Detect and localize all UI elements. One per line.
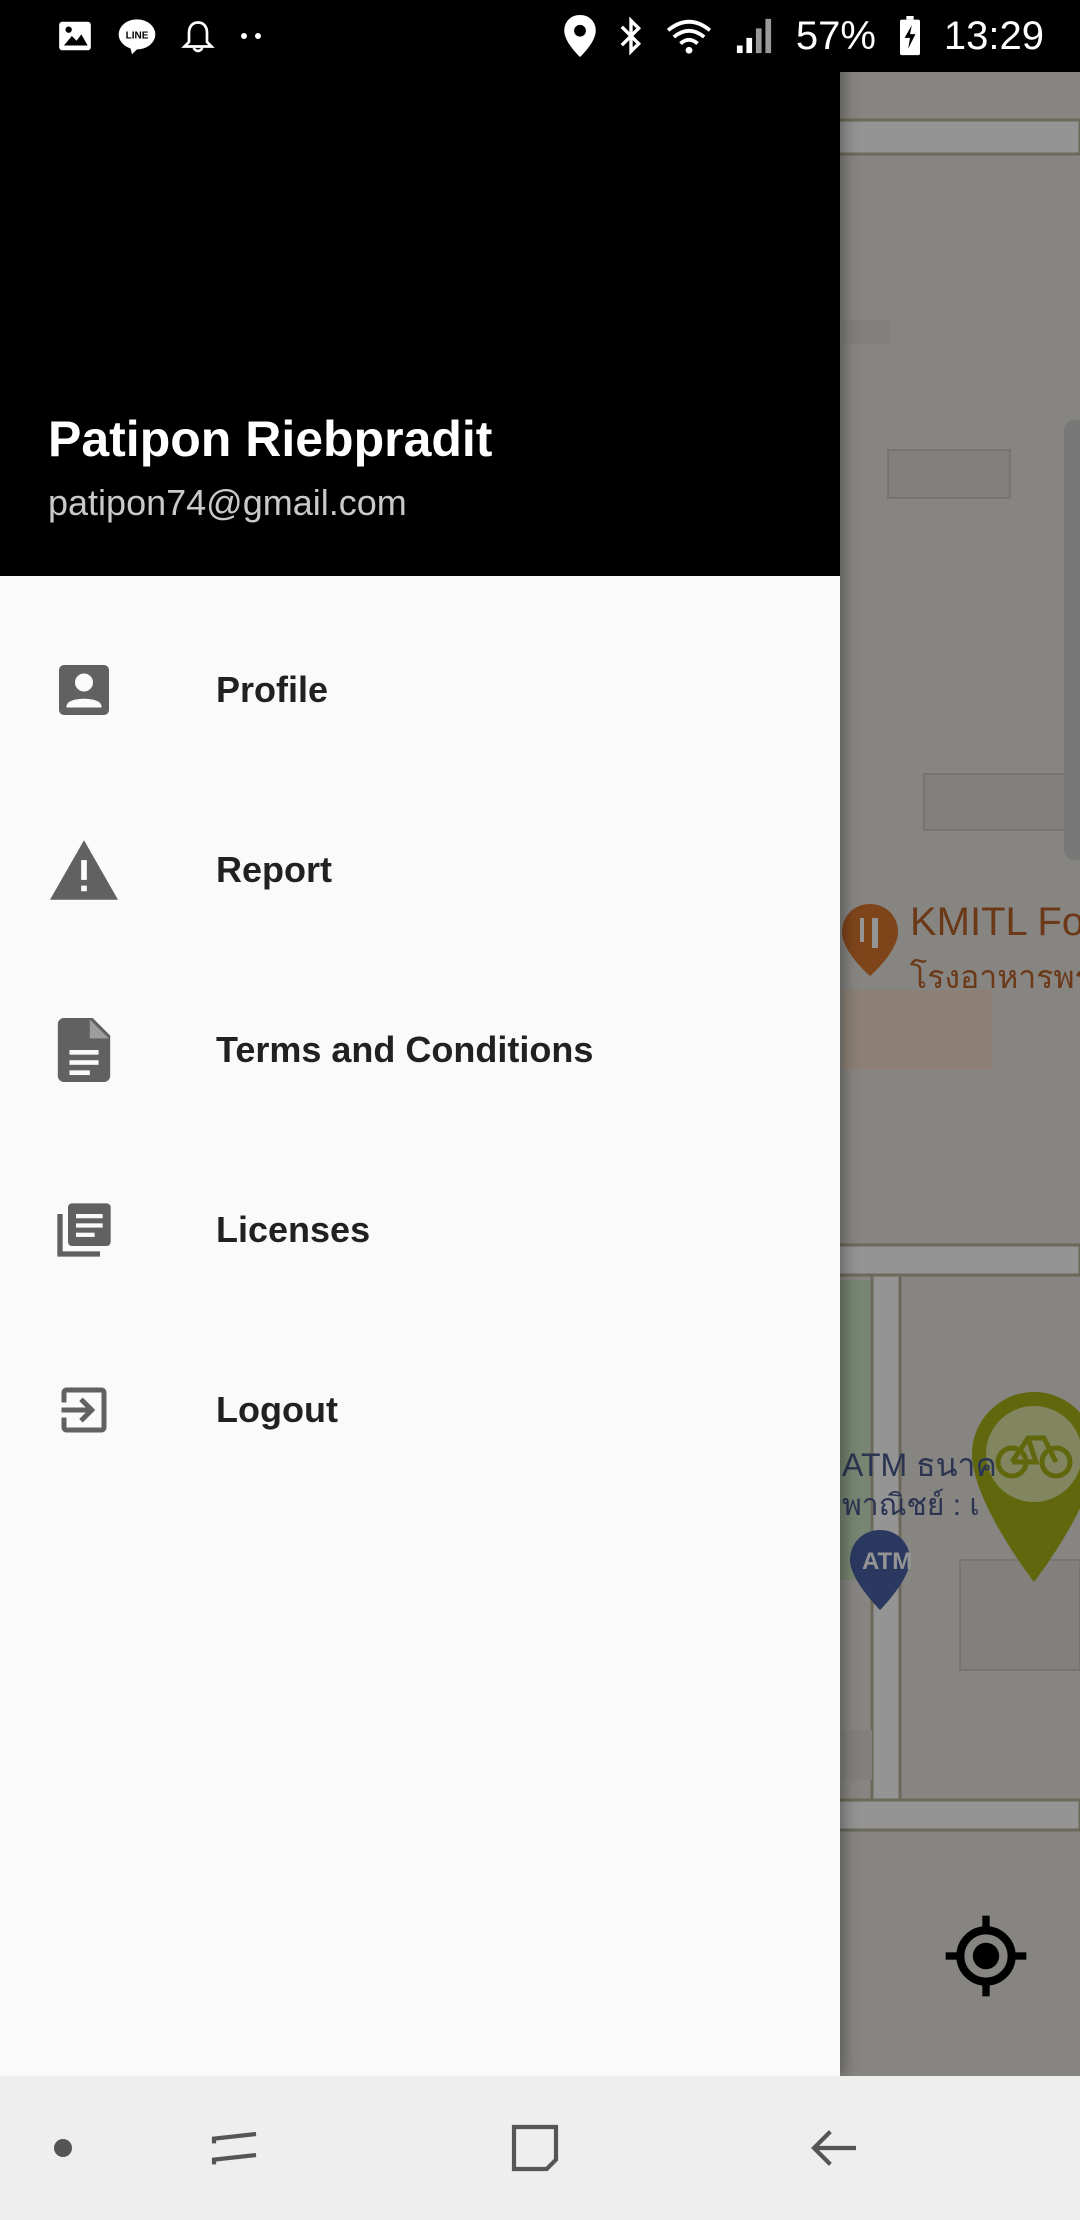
home-button[interactable]: [480, 2076, 590, 2220]
menu-item-terms[interactable]: Terms and Conditions: [0, 960, 840, 1140]
library-books-icon: [48, 1194, 120, 1266]
clock: 13:29: [943, 13, 1044, 58]
navigation-drawer: Patipon Riebpradit patipon74@gmail.com P…: [0, 0, 840, 2076]
back-button[interactable]: [780, 2076, 890, 2220]
warning-icon: [48, 834, 120, 906]
back-arrow-icon: [811, 2130, 856, 2166]
menu-label-licenses: Licenses: [216, 1209, 371, 1250]
recents-icon: [211, 2131, 257, 2165]
menu-label-terms: Terms and Conditions: [216, 1029, 594, 1070]
menu-label-profile: Profile: [216, 669, 329, 710]
menu-item-report[interactable]: Report: [0, 780, 840, 960]
menu-item-profile[interactable]: Profile: [0, 600, 840, 780]
system-navigation-bar: [0, 2076, 1080, 2220]
bluetooth-icon: [618, 16, 644, 56]
drawer-menu: Profile Report Terms and Conditions Lice…: [0, 600, 840, 1500]
battery-charging-icon: [898, 16, 922, 56]
wifi-icon: [666, 17, 712, 55]
svg-text:LINE: LINE: [126, 31, 149, 42]
line-app-notification-icon: LINE: [116, 16, 158, 56]
recents-button[interactable]: [180, 2076, 290, 2220]
menu-label-report: Report: [216, 849, 332, 890]
menu-item-licenses[interactable]: Licenses: [0, 1140, 840, 1320]
gallery-notification-icon: [56, 17, 94, 55]
location-status-icon: [564, 15, 596, 57]
menu-label-logout: Logout: [216, 1389, 338, 1430]
user-email: patipon74@gmail.com: [48, 482, 407, 523]
home-icon: [511, 2124, 559, 2172]
battery-percentage: 57%: [795, 13, 876, 58]
more-notifications-icon: [238, 31, 268, 41]
nav-dot-button[interactable]: [30, 2076, 96, 2220]
cell-signal-icon: [734, 17, 774, 55]
document-icon: [48, 1014, 120, 1086]
dot-icon: [54, 2139, 72, 2157]
menu-item-logout[interactable]: Logout: [0, 1320, 840, 1500]
status-bar: LINE 57% 13:29: [0, 0, 1080, 72]
exit-to-app-icon: [48, 1374, 120, 1446]
drawer-header: Patipon Riebpradit patipon74@gmail.com: [0, 0, 840, 576]
bell-notification-icon: [180, 17, 216, 55]
account-box-icon: [48, 654, 120, 726]
user-name: Patipon Riebpradit: [48, 411, 493, 467]
